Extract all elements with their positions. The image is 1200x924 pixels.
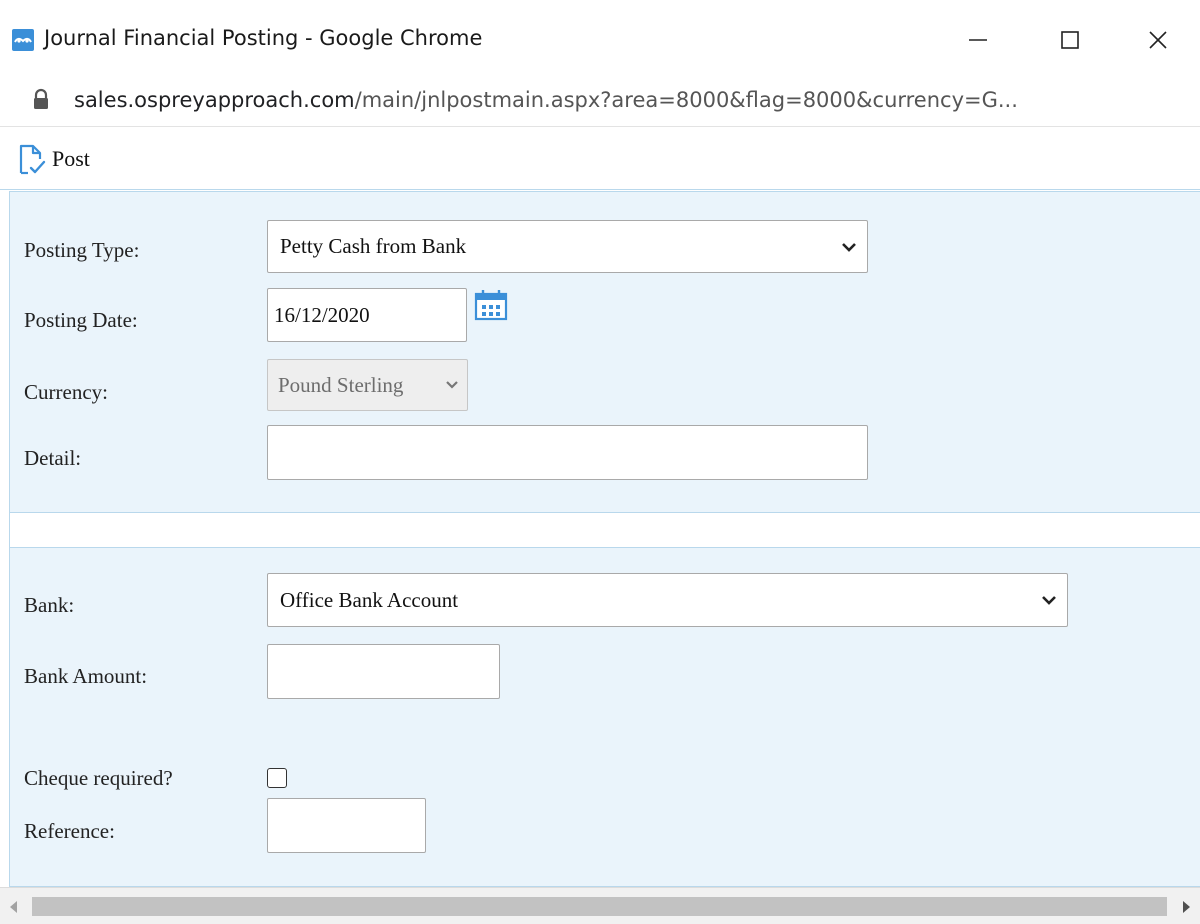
bank-details-panel: Bank: Office Bank Account Bank Amount: C… [9,547,1200,887]
cheque-required-checkbox[interactable] [267,768,287,788]
document-check-icon [19,144,46,175]
reference-label: Reference: [24,819,115,843]
posting-date-label: Posting Date: [24,308,138,332]
posting-date-value: 16/12/2020 [274,302,370,327]
close-icon[interactable] [1130,14,1186,66]
posting-type-select[interactable]: Petty Cash from Bank [267,220,868,273]
maximize-icon[interactable] [1042,14,1098,66]
calendar-icon[interactable] [473,288,509,322]
currency-value: Pound Sterling [278,372,404,397]
section-divider [9,513,1200,547]
reference-input[interactable] [267,798,426,853]
chevron-down-icon [1042,596,1056,605]
url-text[interactable]: sales.ospreyapproach.com/main/jnlpostmai… [74,88,1018,112]
cheque-required-label: Cheque required? [24,766,173,790]
detail-label: Detail: [24,446,82,470]
detail-input[interactable] [267,425,868,480]
osprey-app-icon [12,29,34,51]
lock-icon [32,88,50,117]
post-label: Post [52,146,90,171]
scroll-right-icon[interactable] [1182,901,1190,913]
post-button[interactable]: Post [14,140,90,178]
window-title-bar: Journal Financial Posting - Google Chrom… [0,0,1200,80]
chevron-down-icon [842,242,856,252]
posting-type-label: Posting Type: [24,238,140,262]
minimize-icon[interactable] [950,14,1006,66]
posting-date-input[interactable]: 16/12/2020 [267,288,467,342]
currency-select: Pound Sterling [267,359,468,411]
window-title: Journal Financial Posting - Google Chrom… [44,26,483,50]
currency-label: Currency: [24,380,108,404]
scroll-left-icon[interactable] [10,901,18,913]
scrollbar-thumb[interactable] [32,897,1167,916]
bank-select[interactable]: Office Bank Account [267,573,1068,627]
horizontal-scrollbar[interactable] [0,887,1200,924]
address-bar[interactable]: sales.ospreyapproach.com/main/jnlpostmai… [0,80,1200,126]
posting-details-panel: Posting Type: Petty Cash from Bank Posti… [9,191,1200,513]
url-path: /main/jnlpostmain.aspx?area=8000&flag=80… [354,88,1018,112]
bank-amount-label: Bank Amount: [24,664,148,688]
bank-amount-input[interactable] [267,644,500,699]
posting-type-value: Petty Cash from Bank [280,234,467,258]
url-host: sales.ospreyapproach.com [74,88,355,112]
toolbar: Post [0,126,1200,190]
bank-label: Bank: [24,593,75,617]
bank-value: Office Bank Account [280,587,459,612]
chevron-down-icon [446,381,458,389]
